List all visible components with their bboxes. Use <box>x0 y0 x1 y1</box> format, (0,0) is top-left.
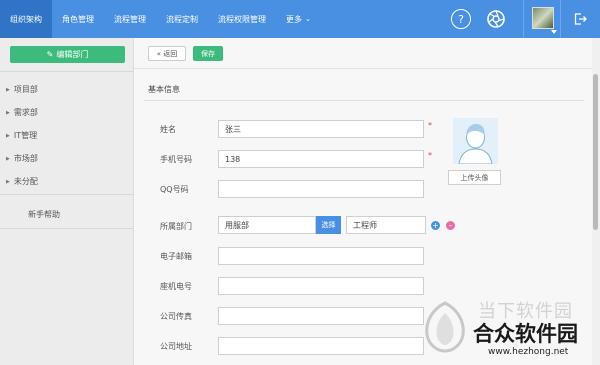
save-button[interactable]: 保存 <box>193 46 223 61</box>
email-field[interactable] <box>218 247 424 265</box>
scrollbar-thumb[interactable] <box>593 74 598 230</box>
nav-org-structure[interactable]: 组织架构 <box>0 0 52 38</box>
nav-label: 更多 <box>286 14 302 24</box>
plus-icon[interactable]: + <box>431 221 440 230</box>
position-field[interactable] <box>346 216 426 234</box>
sidebar-divider <box>0 228 134 229</box>
sidebar: ✎ 编辑部门 ▶ 项目部 ▶ 需求部 ▶ IT管理 ▶ 市场部 ▶ 未分配 新手帮助 <box>0 38 134 365</box>
nav-role-management[interactable]: 角色管理 <box>52 0 104 38</box>
department-item-project[interactable]: ▶ 项目部 <box>6 78 38 101</box>
logout-icon[interactable] <box>570 9 590 29</box>
caret-right-icon: ▶ <box>6 155 10 162</box>
department-label: 项目部 <box>13 85 38 94</box>
qq-field[interactable] <box>218 180 424 198</box>
department-label: IT管理 <box>13 131 38 140</box>
chevron-down-icon: ⌄ <box>305 15 311 23</box>
department-field[interactable] <box>218 216 316 234</box>
phone-label: 手机号码 <box>160 155 192 164</box>
nav-label: 流程定制 <box>166 14 198 24</box>
select-department-button[interactable]: 选择 <box>316 216 341 234</box>
landline-field[interactable] <box>218 277 424 295</box>
qq-label: QQ号码 <box>160 185 189 194</box>
department-item-requirements[interactable]: ▶ 需求部 <box>6 101 38 124</box>
address-label: 公司地址 <box>160 342 192 351</box>
nav-label: 角色管理 <box>62 14 94 24</box>
nav-label: 流程管理 <box>114 14 146 24</box>
nav-process-customization[interactable]: 流程定制 <box>156 0 208 38</box>
phone-field[interactable] <box>218 150 424 168</box>
caret-down-icon <box>551 30 557 34</box>
fax-field[interactable] <box>218 307 424 325</box>
nav-label: 组织架构 <box>10 14 42 24</box>
sidebar-divider <box>0 71 134 72</box>
caret-right-icon: ▶ <box>6 86 10 93</box>
caret-right-icon: ▶ <box>6 178 10 185</box>
settings-icon[interactable] <box>486 9 506 29</box>
help-icon[interactable]: ? <box>451 9 471 29</box>
department-label: 未分配 <box>13 177 38 186</box>
back-button[interactable]: « 返回 <box>148 46 186 61</box>
landline-label: 座机电号 <box>160 282 192 291</box>
avatar <box>532 7 554 29</box>
required-mark: * <box>428 121 432 130</box>
edit-department-button[interactable]: ✎ 编辑部门 <box>10 46 125 63</box>
beginner-help-link[interactable]: 新手帮助 <box>28 209 60 220</box>
section-title: 基本信息 <box>148 85 180 94</box>
top-navigation-bar: 组织架构 角色管理 流程管理 流程定制 流程权限管理 更多 ⌄ <box>0 0 600 38</box>
department-tree: ▶ 项目部 ▶ 需求部 ▶ IT管理 ▶ 市场部 ▶ 未分配 <box>6 78 38 193</box>
edit-department-label: 编辑部门 <box>56 50 89 59</box>
department-label: 市场部 <box>13 154 38 163</box>
department-item-unassigned[interactable]: ▶ 未分配 <box>6 170 38 193</box>
address-field[interactable] <box>218 337 424 355</box>
caret-right-icon: ▶ <box>6 109 10 116</box>
section-divider <box>144 100 584 101</box>
exit-icon <box>574 13 587 25</box>
department-item-marketing[interactable]: ▶ 市场部 <box>6 147 38 170</box>
profile-photo-placeholder <box>453 118 498 164</box>
name-field[interactable] <box>218 120 424 138</box>
nav-process-management[interactable]: 流程管理 <box>104 0 156 38</box>
edit-icon: ✎ <box>46 50 54 59</box>
sidebar-divider <box>0 194 134 195</box>
email-label: 电子邮箱 <box>160 252 192 261</box>
required-mark: * <box>428 151 432 160</box>
nav-label: 流程权限管理 <box>218 14 266 24</box>
department-label: 所属部门 <box>160 222 192 231</box>
user-menu[interactable] <box>523 0 561 38</box>
nav-process-permissions[interactable]: 流程权限管理 <box>208 0 276 38</box>
name-label: 姓名 <box>160 125 176 134</box>
caret-right-icon: ▶ <box>6 132 10 139</box>
nav-more-dropdown[interactable]: 更多 ⌄ <box>276 0 321 38</box>
upload-avatar-button[interactable]: 上传头像 <box>448 170 501 185</box>
department-label: 需求部 <box>13 108 38 117</box>
toolbar: « 返回 保存 <box>134 38 600 69</box>
fax-label: 公司传真 <box>160 312 192 321</box>
aperture-icon <box>487 10 505 28</box>
user-silhouette-icon <box>453 118 498 164</box>
minus-icon[interactable]: – <box>446 221 455 230</box>
department-item-it[interactable]: ▶ IT管理 <box>6 124 38 147</box>
help-glyph: ? <box>458 12 464 26</box>
main-content: « 返回 保存 基本信息 姓名 * 手机号码 * QQ号码 上传头像 所属部门 … <box>134 38 600 365</box>
